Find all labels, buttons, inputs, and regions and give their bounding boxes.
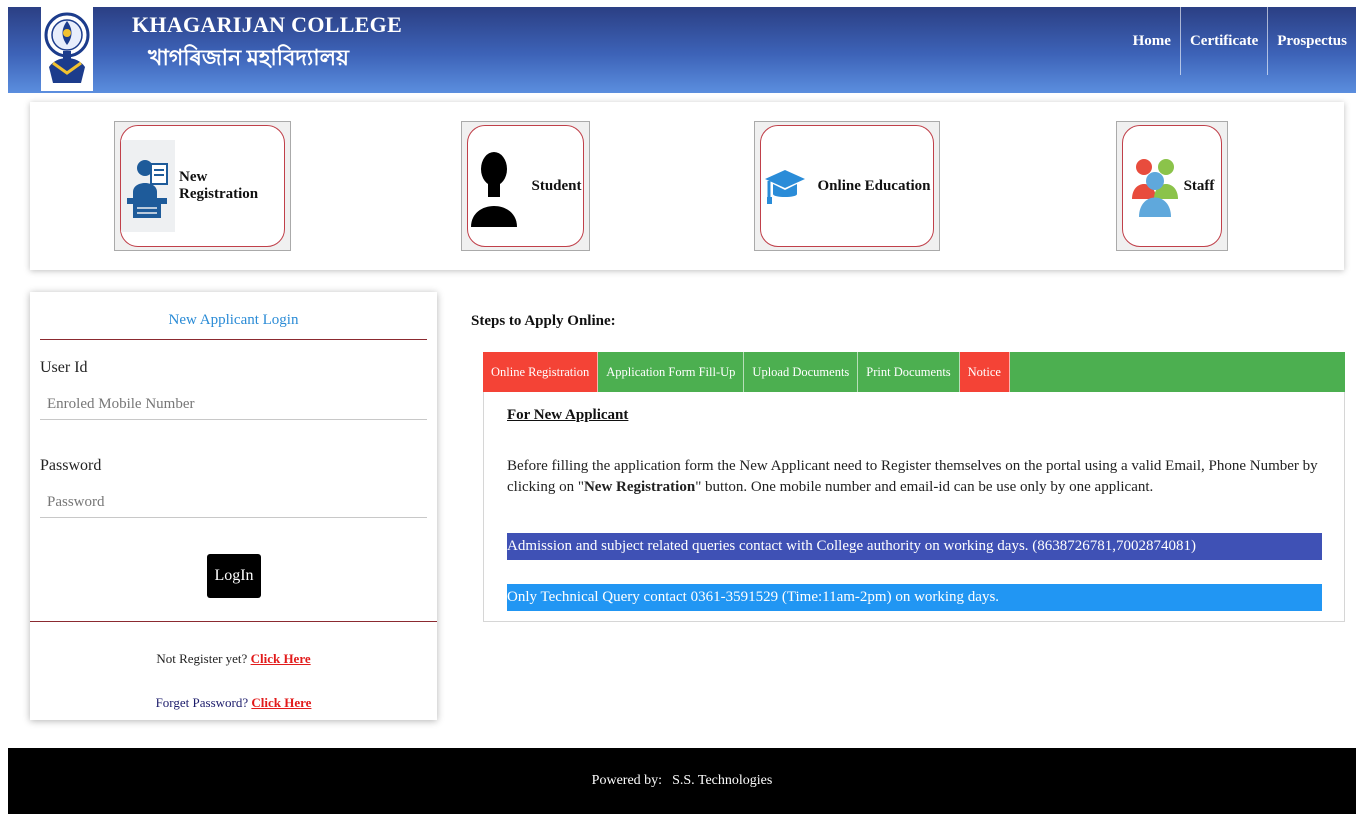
tab-upload-documents[interactable]: Upload Documents — [744, 352, 859, 392]
college-logo[interactable] — [41, 7, 93, 91]
nav-certificate-link[interactable]: Certificate — [1179, 7, 1267, 75]
divider — [30, 621, 437, 622]
new-registration-label: New Registration — [179, 169, 259, 202]
nav-prospectus-link[interactable]: Prospectus — [1267, 7, 1356, 75]
steps-tab-bar: Online Registration Application Form Fil… — [483, 352, 1345, 392]
user-id-input[interactable] — [40, 390, 427, 420]
technical-query-notice: Only Technical Query contact 0361-359152… — [507, 584, 1322, 611]
online-education-label: Online Education — [817, 177, 931, 194]
login-card: New Applicant Login User Id Password Log… — [30, 292, 437, 720]
staff-label: Staff — [1183, 177, 1215, 194]
forget-password-text: Forget Password? — [155, 695, 252, 710]
tab-notice[interactable]: Notice — [959, 352, 1010, 392]
tab-application-form[interactable]: Application Form Fill-Up — [598, 352, 745, 392]
company-name: S.S. Technologies — [672, 773, 773, 788]
steps-tab-panel: For New Applicant Before filling the app… — [483, 392, 1345, 622]
top-nav: Home Certificate Prospectus — [1124, 7, 1356, 93]
college-name-english: KHAGARIJAN COLLEGE — [132, 12, 403, 37]
online-education-tile[interactable]: Online Education — [754, 121, 940, 251]
group-people-icon — [1130, 155, 1180, 217]
tab-print-documents[interactable]: Print Documents — [858, 352, 960, 392]
instructions-paragraph: Before filling the application form the … — [507, 456, 1327, 498]
admission-query-notice: Admission and subject related queries co… — [507, 533, 1322, 560]
login-title: New Applicant Login — [168, 312, 299, 328]
tab-online-registration[interactable]: Online Registration — [483, 352, 599, 392]
registration-desk-icon — [121, 140, 175, 232]
not-register-text: Not Register yet? — [156, 651, 251, 666]
password-input[interactable] — [40, 488, 427, 518]
quick-access-panel: New Registration Student Online Educatio… — [30, 102, 1344, 270]
student-label: Student — [531, 177, 582, 194]
graduation-cap-icon — [764, 166, 806, 206]
divider — [40, 339, 427, 340]
login-button[interactable]: LogIn — [207, 554, 261, 598]
register-click-here-link[interactable]: Click Here — [251, 651, 311, 666]
section-heading: For New Applicant — [507, 407, 629, 423]
new-registration-tile[interactable]: New Registration — [114, 121, 291, 251]
instructions-text-end: " button. One mobile number and email-id… — [695, 479, 1154, 495]
college-name-bengali: খাগৰিজান মহাবিদ্যালয় — [148, 45, 349, 70]
college-emblem-icon — [44, 12, 90, 83]
site-footer: Powered by: S.S. Technologies — [8, 748, 1356, 814]
password-label: Password — [40, 457, 102, 474]
powered-by-label: Powered by: — [591, 773, 663, 788]
site-header: KHAGARIJAN COLLEGE খাগৰিজান মহাবিদ্যালয়… — [8, 7, 1356, 93]
student-tile[interactable]: Student — [461, 121, 590, 251]
steps-title: Steps to Apply Online: — [471, 313, 616, 329]
forget-password-click-here-link[interactable]: Click Here — [251, 695, 311, 710]
staff-tile[interactable]: Staff — [1116, 121, 1228, 251]
person-silhouette-icon — [469, 141, 519, 231]
nav-home-link[interactable]: Home — [1124, 7, 1180, 75]
user-id-label: User Id — [40, 359, 88, 376]
not-register-line: Not Register yet? Click Here — [30, 651, 437, 667]
instructions-bold: New Registration — [583, 479, 696, 495]
forget-password-line: Forget Password? Click Here — [30, 695, 437, 711]
